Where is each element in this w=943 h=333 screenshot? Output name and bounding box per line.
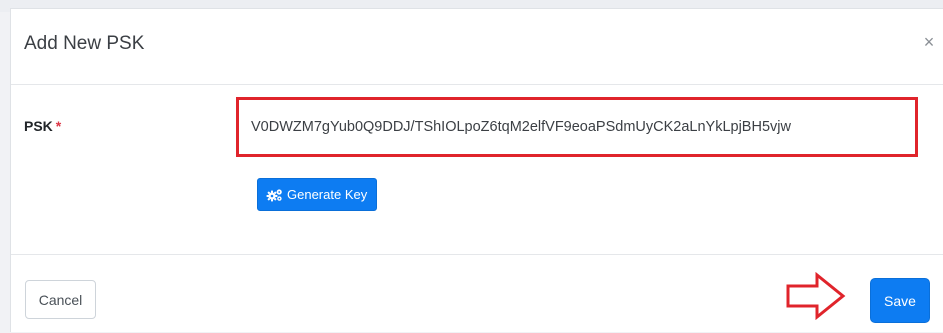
modal-title: Add New PSK [24, 33, 145, 54]
cancel-button[interactable]: Cancel [25, 280, 96, 319]
psk-label-text: PSK [24, 118, 53, 134]
generate-key-label: Generate Key [287, 187, 368, 202]
psk-label: PSK * [24, 118, 61, 134]
cogs-icon [266, 188, 283, 202]
psk-input[interactable] [251, 115, 911, 139]
right-arrow-outline-icon [786, 272, 846, 320]
required-star: * [55, 118, 62, 134]
generate-key-button[interactable]: Generate Key [257, 178, 378, 211]
close-icon[interactable]: × [919, 32, 939, 52]
modal-header: Add New PSK × [11, 9, 943, 85]
save-button[interactable]: Save [870, 278, 930, 323]
